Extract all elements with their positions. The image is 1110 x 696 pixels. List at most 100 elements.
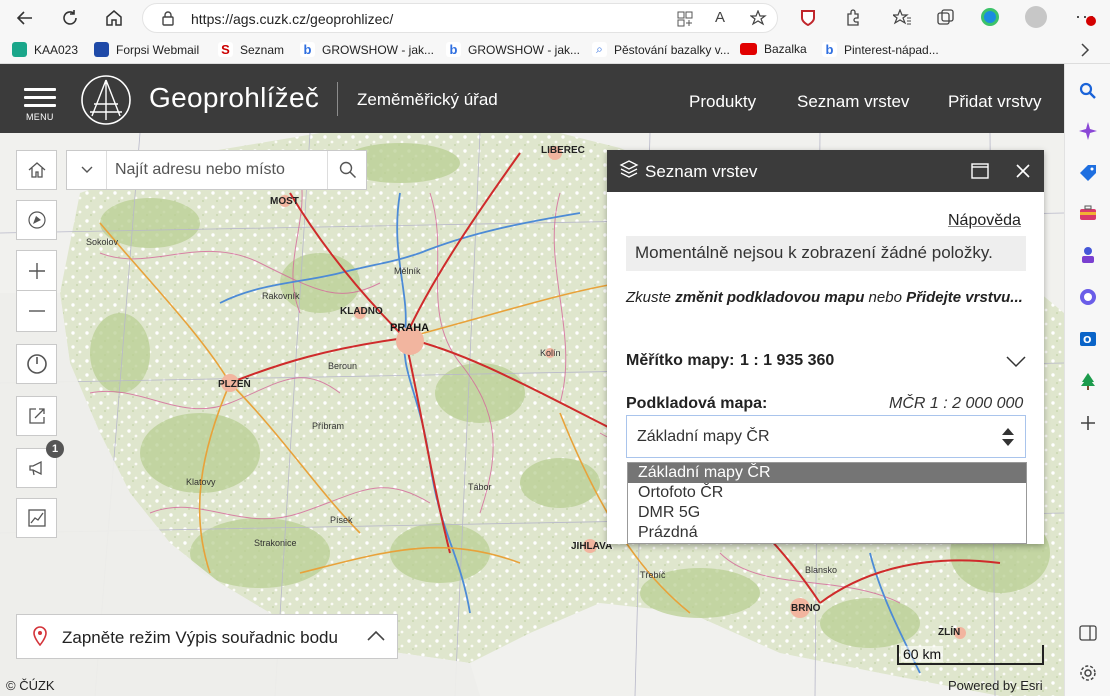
basemap-option[interactable]: Základní mapy ČR bbox=[628, 463, 1026, 483]
bookmark-item[interactable]: Bazalka bbox=[740, 42, 807, 56]
url-text: https://ags.cuzk.cz/geoprohlizec/ bbox=[191, 11, 394, 27]
read-aloud-icon[interactable]: A bbox=[715, 9, 725, 26]
bookmark-item[interactable]: b GROWSHOW - jak... bbox=[300, 42, 434, 57]
profile-avatar-icon[interactable] bbox=[1025, 6, 1047, 28]
search-button[interactable] bbox=[327, 151, 367, 189]
shopping-tag-icon[interactable] bbox=[1079, 164, 1097, 182]
basemap-option[interactable]: Prázdná bbox=[628, 523, 1026, 543]
basemap-options-list: Základní mapy ČR Ortofoto ČR DMR 5G Práz… bbox=[627, 462, 1027, 544]
place-label: BRNO bbox=[791, 603, 821, 614]
place-label: ZLÍN bbox=[938, 627, 961, 638]
collections-icon[interactable] bbox=[937, 9, 955, 26]
basemap-option[interactable]: Ortofoto ČR bbox=[628, 483, 1026, 503]
navigation-arrow-icon bbox=[27, 211, 46, 229]
place-label: LIBEREC bbox=[541, 145, 585, 156]
basemap-select[interactable]: Základní mapy ČR bbox=[626, 415, 1026, 458]
share-button[interactable] bbox=[16, 396, 57, 436]
bookmark-item[interactable]: ⌕ Pěstování bazalky v... bbox=[592, 42, 730, 57]
bookmark-favicon-icon bbox=[12, 42, 27, 57]
search-input[interactable] bbox=[107, 151, 327, 189]
layers-icon bbox=[619, 160, 639, 178]
search-source-dropdown[interactable] bbox=[67, 151, 107, 189]
home-extent-button[interactable] bbox=[16, 150, 57, 190]
basemap-option[interactable]: DMR 5G bbox=[628, 503, 1026, 523]
back-button[interactable] bbox=[12, 5, 38, 31]
bookmark-item[interactable]: S Seznam bbox=[218, 42, 284, 57]
chevron-down-icon[interactable] bbox=[1005, 353, 1027, 369]
tree-icon[interactable] bbox=[1079, 372, 1097, 390]
nav-layer-list[interactable]: Seznam vrstev bbox=[797, 92, 909, 112]
copilot-sparkle-icon[interactable] bbox=[1079, 122, 1097, 140]
select-updown-icon bbox=[1002, 428, 1014, 446]
hamburger-icon-line bbox=[24, 104, 56, 107]
bookmark-item[interactable]: b Pinterest-nápad... bbox=[822, 42, 939, 57]
zoom-out-button[interactable] bbox=[16, 290, 57, 332]
bookmark-item[interactable]: KAA023 bbox=[12, 42, 78, 57]
extensions-icon[interactable] bbox=[845, 9, 862, 26]
settings-gear-icon[interactable] bbox=[1079, 664, 1097, 682]
empty-layers-message: Momentálně nejsou k zobrazení žádné polo… bbox=[626, 236, 1026, 271]
chevron-right-icon[interactable] bbox=[1080, 43, 1090, 57]
favorites-icon[interactable] bbox=[893, 9, 911, 26]
panel-title: Seznam vrstev bbox=[645, 162, 758, 181]
app-title: Geoprohlížeč bbox=[149, 82, 320, 113]
reload-button[interactable] bbox=[57, 5, 83, 31]
place-label: PLZEŇ bbox=[218, 379, 251, 390]
place-label: Mělník bbox=[394, 266, 421, 276]
lock-icon bbox=[162, 11, 174, 26]
extension-shield-icon[interactable] bbox=[800, 9, 816, 26]
apps-icon[interactable] bbox=[677, 11, 693, 27]
add-icon[interactable] bbox=[1079, 414, 1097, 432]
search-icon[interactable] bbox=[1079, 82, 1097, 100]
place-label: Strakonice bbox=[254, 538, 297, 548]
zoom-in-button[interactable] bbox=[16, 250, 57, 291]
bookmark-favicon-icon: b bbox=[300, 42, 315, 57]
close-icon[interactable] bbox=[1016, 164, 1030, 178]
hamburger-icon bbox=[24, 88, 56, 91]
help-link[interactable]: Nápověda bbox=[948, 212, 1021, 230]
games-icon[interactable] bbox=[1079, 246, 1097, 264]
add-layer-link[interactable]: Přidejte vrstvu... bbox=[906, 289, 1023, 306]
timeline-button[interactable] bbox=[16, 344, 57, 384]
edge-browser-icon[interactable] bbox=[981, 8, 999, 26]
measure-profile-button[interactable] bbox=[16, 498, 57, 538]
bookmark-item[interactable]: Forpsi Webmail bbox=[94, 42, 199, 57]
home-button[interactable] bbox=[101, 5, 127, 31]
megaphone-icon bbox=[28, 460, 42, 476]
scale-bar-label: 60 km bbox=[901, 646, 944, 662]
hint-text: nebo bbox=[864, 289, 907, 306]
maximize-icon[interactable] bbox=[971, 163, 989, 179]
coordinate-mode-bar[interactable]: Zapněte režim Výpis souřadnic bodu bbox=[16, 614, 398, 659]
bookmark-item[interactable]: b GROWSHOW - jak... bbox=[446, 42, 580, 57]
chevron-up-icon[interactable] bbox=[367, 630, 385, 641]
toolbox-icon[interactable] bbox=[1079, 204, 1097, 222]
bookmark-favicon-icon: b bbox=[446, 42, 461, 57]
change-basemap-link[interactable]: změnit podkladovou mapu bbox=[675, 289, 864, 306]
nav-products[interactable]: Produkty bbox=[689, 92, 756, 112]
address-bar[interactable]: https://ags.cuzk.cz/geoprohlizec/ A bbox=[142, 3, 778, 33]
menu-button[interactable]: MENU bbox=[24, 88, 58, 124]
notification-dot bbox=[1086, 16, 1096, 26]
split-screen-icon[interactable] bbox=[1079, 624, 1097, 642]
app-subtitle: Zeměměřický úřad bbox=[357, 90, 498, 109]
place-label: Beroun bbox=[328, 361, 358, 371]
hamburger-icon-line bbox=[24, 96, 56, 99]
header-divider bbox=[337, 82, 338, 116]
reload-icon bbox=[63, 10, 77, 25]
nav-add-layers[interactable]: Přidat vrstvy bbox=[948, 92, 1042, 112]
minus-icon bbox=[28, 310, 45, 312]
panel-header: Seznam vrstev bbox=[607, 150, 1044, 192]
search-icon bbox=[339, 161, 356, 179]
app-header: MENU Geoprohlížeč Zeměměřický úřad Produ… bbox=[0, 64, 1064, 133]
hint-text: Zkuste bbox=[626, 289, 676, 306]
locate-button[interactable] bbox=[16, 200, 57, 240]
bookmark-favicon-icon: S bbox=[218, 42, 233, 57]
cuzk-logo-icon bbox=[81, 75, 131, 125]
place-label: Blansko bbox=[805, 565, 838, 575]
layer-hint: Zkuste změnit podkladovou mapu nebo Přid… bbox=[626, 287, 1026, 308]
microsoft-365-icon[interactable] bbox=[1079, 288, 1097, 306]
place-label: Příbram bbox=[312, 421, 345, 431]
favorite-add-icon[interactable] bbox=[750, 10, 767, 27]
outlook-icon[interactable]: O bbox=[1079, 330, 1097, 348]
browser-sidebar: O bbox=[1064, 64, 1110, 696]
